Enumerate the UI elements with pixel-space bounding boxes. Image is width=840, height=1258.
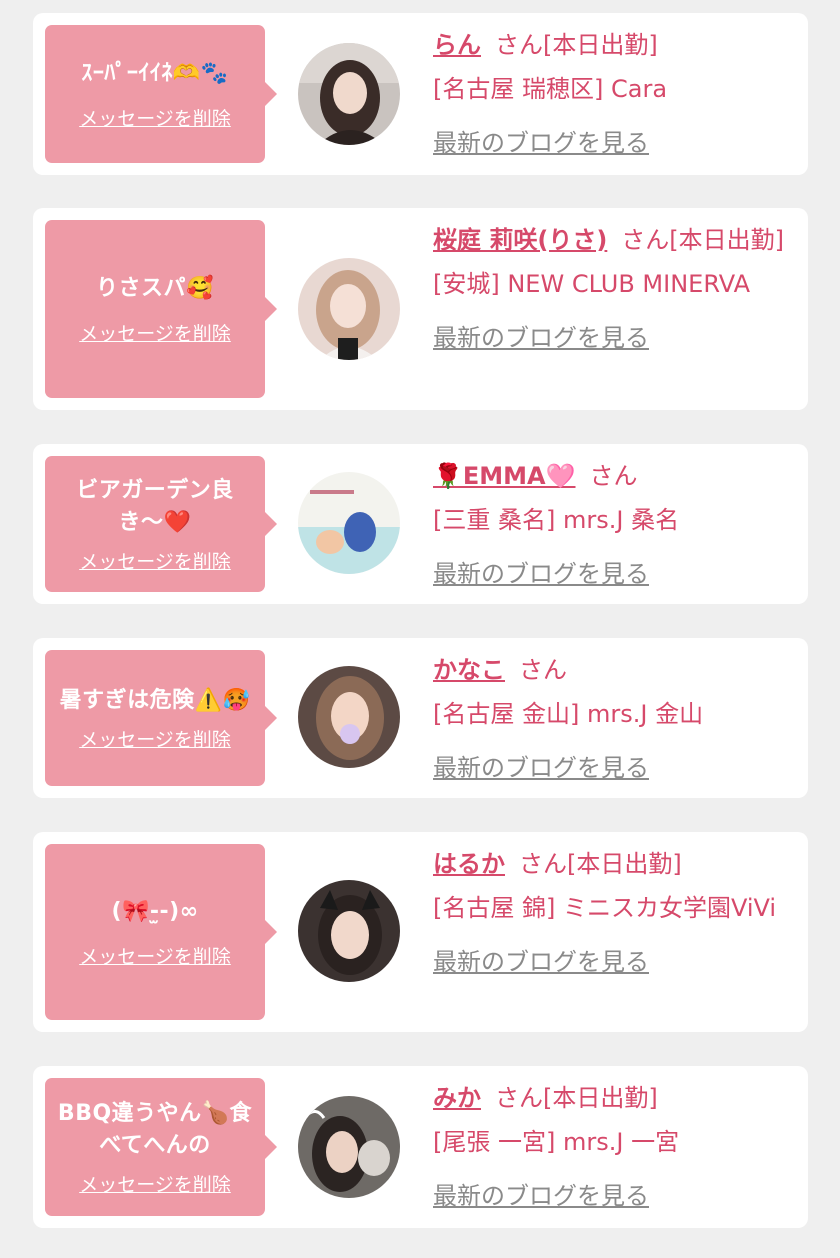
cast-status: さん[本日出勤] — [495, 1084, 658, 1112]
delete-message-link[interactable]: メッセージを削除 — [79, 547, 231, 574]
message-bubble: ビアガーデン良き〜❤️ メッセージを削除 — [45, 456, 277, 592]
shop-name: [三重 桑名] mrs.J 桑名 — [433, 506, 680, 534]
name-line: はるか さん[本日出勤] — [433, 842, 786, 886]
avatar[interactable] — [298, 258, 400, 360]
cast-info: 桜庭 莉咲(りさ) さん[本日出勤] [安城] NEW CLUB MINERVA … — [433, 218, 786, 360]
avatar[interactable] — [298, 472, 400, 574]
delete-message-link[interactable]: メッセージを削除 — [79, 725, 231, 752]
shop-name: [名古屋 金山] mrs.J 金山 — [433, 700, 704, 728]
shop-name: [名古屋 錦] ミニスカ女学園ViVi — [433, 894, 777, 922]
message-card: (🎀-̫-)∞ メッセージを削除 はるか さん[本日出勤] [名古屋 錦] ミニス… — [33, 832, 808, 1032]
cast-info: かなこ さん [名古屋 金山] mrs.J 金山 最新のブログを見る — [433, 648, 786, 790]
cast-name-link[interactable]: らん — [433, 31, 481, 59]
cast-name-link[interactable]: みか — [433, 1084, 481, 1112]
message-bubble: (🎀-̫-)∞ メッセージを削除 — [45, 844, 277, 1020]
delete-message-link[interactable]: メッセージを削除 — [79, 319, 231, 346]
message-text: ｽｰﾊﾟｰｲｲﾈ🫶🐾 — [81, 60, 229, 86]
message-card: 暑すぎは危険⚠️🥵 メッセージを削除 かなこ さん [名古屋 金山] mrs.J … — [33, 638, 808, 798]
latest-blog-link[interactable]: 最新のブログを見る — [433, 746, 649, 790]
avatar[interactable] — [298, 666, 400, 768]
message-bubble: りさスパ🥰 メッセージを削除 — [45, 220, 277, 398]
avatar[interactable] — [298, 880, 400, 982]
cast-status: さん[本日出勤] — [519, 850, 682, 878]
name-line: 桜庭 莉咲(りさ) さん[本日出勤] — [433, 218, 786, 262]
message-list: ｽｰﾊﾟｰｲｲﾈ🫶🐾 メッセージを削除 らん さん[本日出勤] [名古屋 瑞穂区]… — [0, 0, 840, 1258]
message-text: BBQ違うやん🍗食べてへんの — [57, 1100, 253, 1158]
avatar[interactable] — [298, 1096, 400, 1198]
message-text: 暑すぎは危険⚠️🥵 — [59, 687, 251, 713]
cast-info: らん さん[本日出勤] [名古屋 瑞穂区] Cara 最新のブログを見る — [433, 23, 786, 165]
latest-blog-link[interactable]: 最新のブログを見る — [433, 316, 649, 360]
message-text: (🎀-̫-)∞ — [111, 898, 199, 924]
message-card: BBQ違うやん🍗食べてへんの メッセージを削除 みか さん[本日出勤] [尾張 一… — [33, 1066, 808, 1228]
name-line: らん さん[本日出勤] — [433, 23, 786, 67]
cast-name-link[interactable]: 桜庭 莉咲(りさ) — [433, 226, 607, 254]
avatar[interactable] — [298, 43, 400, 145]
message-text: りさスパ🥰 — [96, 275, 214, 301]
message-card: ｽｰﾊﾟｰｲｲﾈ🫶🐾 メッセージを削除 らん さん[本日出勤] [名古屋 瑞穂区]… — [33, 13, 808, 175]
message-card: りさスパ🥰 メッセージを削除 桜庭 莉咲(りさ) さん[本日出勤] [安城] NE… — [33, 208, 808, 410]
message-text: ビアガーデン良き〜❤️ — [76, 477, 234, 535]
message-bubble: ｽｰﾊﾟｰｲｲﾈ🫶🐾 メッセージを削除 — [45, 25, 277, 163]
latest-blog-link[interactable]: 最新のブログを見る — [433, 940, 649, 984]
cast-status: さん — [519, 656, 567, 684]
message-bubble: 暑すぎは危険⚠️🥵 メッセージを削除 — [45, 650, 277, 786]
cast-name-link[interactable]: かなこ — [433, 656, 505, 684]
delete-message-link[interactable]: メッセージを削除 — [79, 1170, 231, 1197]
delete-message-link[interactable]: メッセージを削除 — [79, 942, 231, 969]
message-card: ビアガーデン良き〜❤️ メッセージを削除 🌹EMMA🩷 さん [三重 桑名] mr… — [33, 444, 808, 604]
cast-status: さん[本日出勤] — [495, 31, 658, 59]
name-line: かなこ さん — [433, 648, 786, 692]
message-bubble: BBQ違うやん🍗食べてへんの メッセージを削除 — [45, 1078, 277, 1216]
cast-status: さん[本日出勤] — [621, 226, 785, 254]
cast-info: みか さん[本日出勤] [尾張 一宮] mrs.J 一宮 最新のブログを見る — [433, 1076, 786, 1218]
cast-name-link[interactable]: 🌹EMMA🩷 — [433, 462, 576, 490]
latest-blog-link[interactable]: 最新のブログを見る — [433, 121, 649, 165]
cast-name-link[interactable]: はるか — [433, 850, 505, 878]
cast-status: さん — [589, 462, 638, 490]
latest-blog-link[interactable]: 最新のブログを見る — [433, 552, 649, 596]
name-line: 🌹EMMA🩷 さん — [433, 454, 786, 498]
delete-message-link[interactable]: メッセージを削除 — [79, 104, 231, 131]
shop-name: [安城] NEW CLUB MINERVA — [433, 270, 750, 298]
shop-name: [名古屋 瑞穂区] Cara — [433, 75, 668, 103]
shop-name: [尾張 一宮] mrs.J 一宮 — [433, 1128, 680, 1156]
cast-info: 🌹EMMA🩷 さん [三重 桑名] mrs.J 桑名 最新のブログを見る — [433, 454, 786, 596]
cast-info: はるか さん[本日出勤] [名古屋 錦] ミニスカ女学園ViVi 最新のブログを見… — [433, 842, 786, 984]
name-line: みか さん[本日出勤] — [433, 1076, 786, 1120]
latest-blog-link[interactable]: 最新のブログを見る — [433, 1174, 649, 1218]
